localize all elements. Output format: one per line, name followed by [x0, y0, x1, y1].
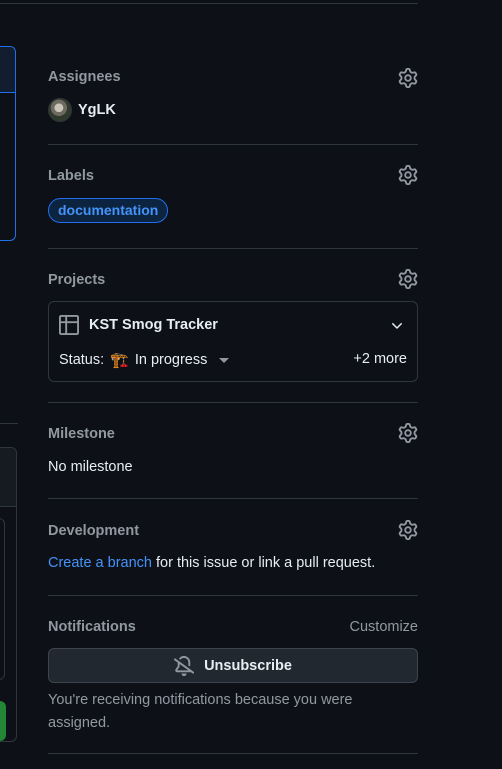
assignees-gear-icon[interactable] — [398, 68, 418, 88]
projects-gear-icon[interactable] — [398, 269, 418, 289]
notifications-title: Notifications — [48, 619, 136, 635]
unsubscribe-button[interactable]: Unsubscribe — [48, 648, 418, 683]
milestone-title: Milestone — [48, 426, 115, 442]
labels-title: Labels — [48, 168, 94, 184]
milestone-value: No milestone — [48, 459, 133, 475]
section-divider — [48, 248, 418, 249]
milestone-gear-icon[interactable] — [398, 423, 418, 443]
assignees-title: Assignees — [48, 69, 121, 85]
table-icon — [59, 315, 79, 335]
notification-reason: You're receiving notifications because y… — [48, 692, 353, 731]
labels-gear-icon[interactable] — [398, 165, 418, 185]
project-status-dropdown[interactable]: Status: 🏗️ In progress — [59, 351, 230, 369]
triangle-down-icon — [219, 357, 230, 363]
assignee-name: YgLK — [78, 102, 116, 118]
create-branch-link[interactable]: Create a branch — [48, 555, 152, 571]
status-label: Status: — [59, 352, 105, 368]
development-title: Development — [48, 523, 140, 539]
project-card: KST Smog Tracker Status: 🏗️ In progress … — [48, 301, 418, 382]
project-name-link[interactable]: KST Smog Tracker — [89, 317, 218, 333]
customize-notifications-link[interactable]: Customize — [350, 619, 419, 635]
comment-submit-button-edge[interactable] — [0, 701, 6, 741]
comment-textarea-edge[interactable] — [0, 518, 5, 680]
more-fields-link[interactable]: +2 more — [353, 351, 407, 367]
new-comment-box-edge: ⋮ — [0, 447, 17, 742]
unsubscribe-label: Unsubscribe — [204, 657, 292, 674]
comment-box-edge — [0, 46, 16, 241]
assignee-item[interactable]: YgLK — [48, 98, 116, 122]
development-gear-icon[interactable] — [398, 520, 418, 540]
section-divider — [48, 144, 418, 145]
page: ⋮ Assignees YgLK Labels documentation Pr… — [0, 0, 502, 769]
section-divider — [48, 498, 418, 499]
section-divider — [48, 753, 418, 754]
timeline-divider — [0, 423, 18, 424]
status-value: In progress — [134, 352, 208, 368]
bell-slash-icon — [174, 655, 195, 676]
comment-box-header-edge — [0, 47, 15, 93]
chevron-down-icon[interactable] — [389, 318, 405, 334]
top-divider — [0, 3, 418, 4]
section-divider — [48, 402, 418, 403]
new-comment-toolbar-edge — [0, 448, 16, 507]
projects-title: Projects — [48, 272, 106, 288]
construction-icon: 🏗️ — [110, 352, 129, 369]
section-divider — [48, 595, 418, 596]
development-suffix: for this issue or link a pull request. — [151, 555, 376, 571]
development-text: Create a branch for this issue or link a… — [48, 555, 375, 571]
label-documentation[interactable]: documentation — [48, 198, 169, 223]
resize-handle-icon: ⋮ — [0, 628, 4, 644]
avatar — [48, 98, 72, 122]
